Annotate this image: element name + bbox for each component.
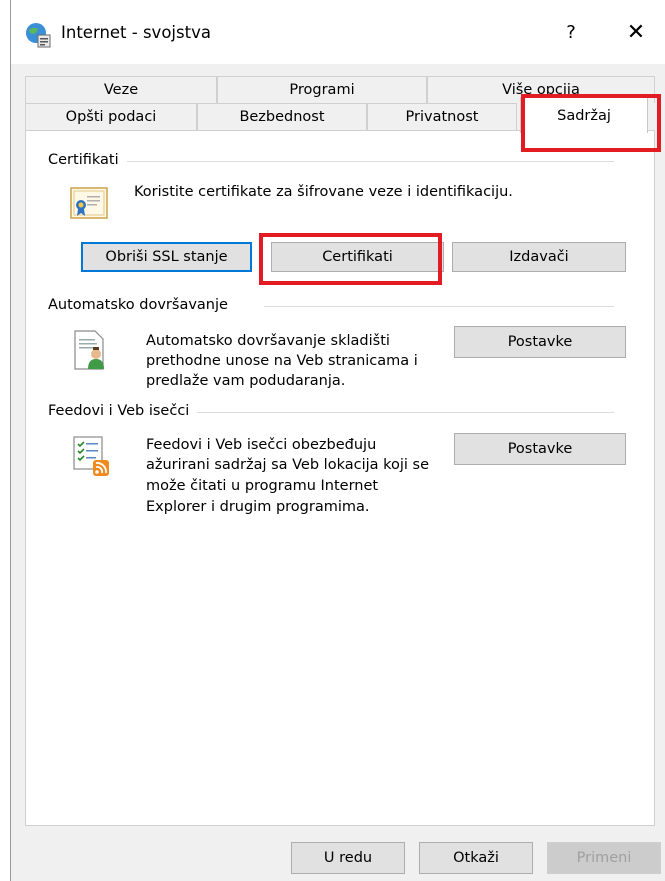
group-title-certificates: Certifikati xyxy=(48,152,127,168)
autocomplete-icon xyxy=(71,329,111,370)
certificate-icon xyxy=(69,184,109,224)
tab-privacy[interactable]: Privatnost xyxy=(367,103,517,130)
ok-button[interactable]: U redu xyxy=(291,842,405,874)
feeds-description-line-4: Explorer i drugim programima. xyxy=(146,499,370,515)
feeds-description-line-3: može čitati u programu Internet xyxy=(146,478,379,494)
group-title-feeds: Feedovi i Veb isečci xyxy=(48,403,198,419)
separator-feeds xyxy=(194,412,614,413)
tab-row-front: Opšti podaci Bezbednost Privatnost Sadrž… xyxy=(25,97,655,133)
publishers-button[interactable]: Izdavači xyxy=(452,242,626,272)
apply-button[interactable]: Primeni xyxy=(547,842,661,874)
tab-security[interactable]: Bezbednost xyxy=(197,103,367,130)
tab-programs[interactable]: Programi xyxy=(217,76,427,103)
window-title: Internet - svojstva xyxy=(61,23,211,42)
separator-autocomplete xyxy=(264,306,614,307)
autocomplete-settings-button[interactable]: Postavke xyxy=(454,326,626,358)
autocomplete-description-line-3: predlaže vam podudaranja. xyxy=(146,373,346,389)
tab-content[interactable]: Sadržaj xyxy=(520,97,648,133)
feeds-description-line-2: ažurirani sadržaj sa Veb lokacija koji s… xyxy=(146,457,430,473)
autocomplete-description-line-2: prethodne unose na Veb stranicama i xyxy=(146,353,418,369)
feeds-description-line-1: Feedovi i Veb isečci obezbeđuju xyxy=(146,437,377,453)
tab-general[interactable]: Opšti podaci xyxy=(25,103,197,130)
dialog-window: Internet - svojstva ? ✕ Veze Programi Vi… xyxy=(10,0,665,881)
separator-certificates xyxy=(116,161,614,162)
clear-ssl-state-button[interactable]: Obriši SSL stanje xyxy=(81,242,252,272)
tab-connections[interactable]: Veze xyxy=(25,76,217,103)
certificates-button[interactable]: Certifikati xyxy=(271,242,444,272)
close-button[interactable]: ✕ xyxy=(621,18,651,48)
feeds-settings-button[interactable]: Postavke xyxy=(454,433,626,465)
help-button[interactable]: ? xyxy=(556,18,586,48)
title-bar[interactable]: Internet - svojstva ? ✕ xyxy=(11,0,665,64)
group-title-autocomplete: Automatsko dovršavanje xyxy=(48,297,236,313)
globe-settings-icon xyxy=(25,22,51,48)
autocomplete-description-line-1: Automatsko dovršavanje skladišti xyxy=(146,333,390,349)
cancel-button[interactable]: Otkaži xyxy=(419,842,533,874)
certificates-description: Koristite certifikate za šifrovane veze … xyxy=(134,184,513,200)
tab-page-content: Certifikati Koristite certifikate za šif… xyxy=(25,130,655,826)
feeds-icon xyxy=(71,434,111,476)
